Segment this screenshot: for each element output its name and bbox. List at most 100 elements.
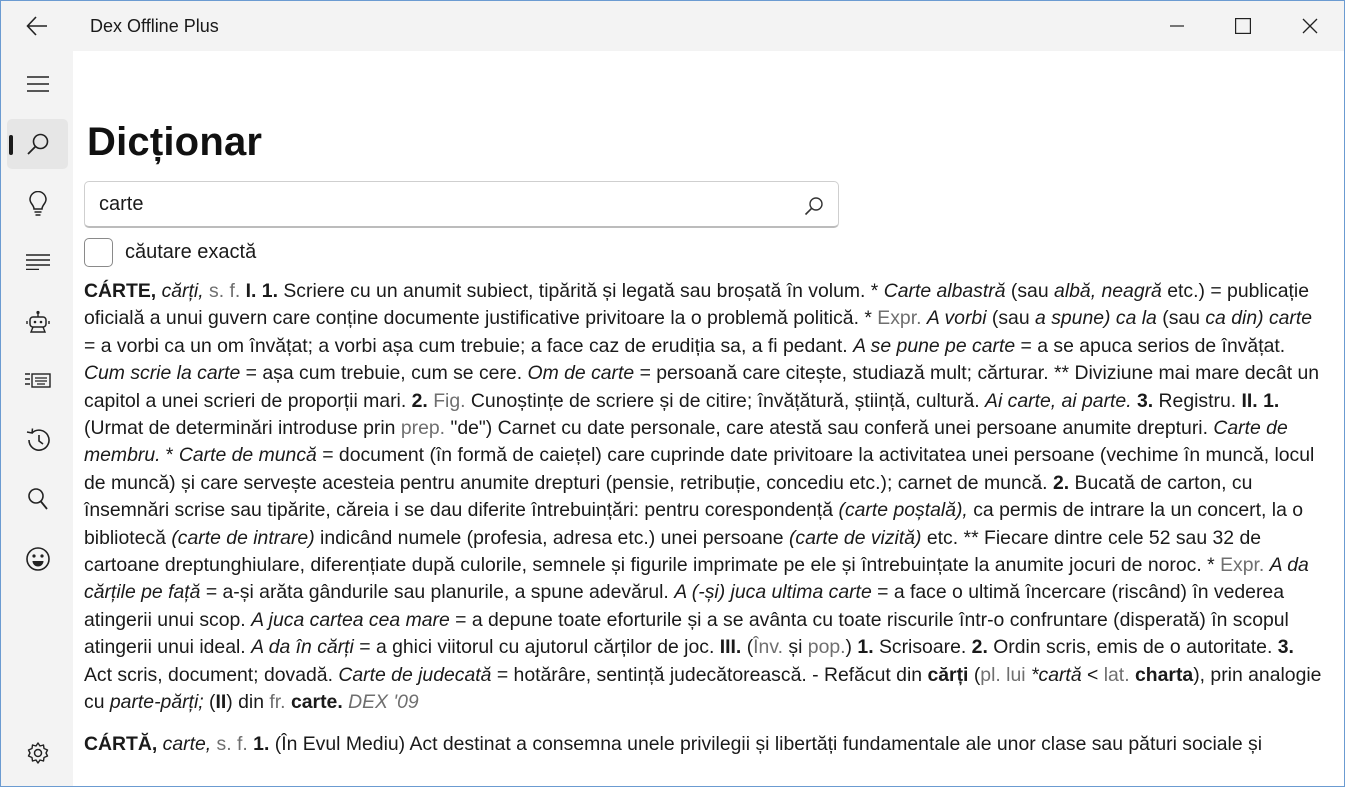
exact-search-row: căutare exactă <box>84 237 256 267</box>
def-text: ) <box>845 636 853 659</box>
sense-number: 2. <box>971 636 988 659</box>
def-text: Carte albastră <box>883 280 1006 302</box>
def-text: = a-și arăta gândurile sau planurile, a … <box>205 581 669 604</box>
close-icon <box>1302 18 1318 34</box>
sidebar-item-list[interactable] <box>7 237 68 287</box>
sense-number: I. 1. <box>245 280 278 302</box>
def-text: Ordin scris, emis de o autoritate. <box>993 636 1273 659</box>
hamburger-icon <box>26 76 49 92</box>
etymon: cărți <box>927 663 969 686</box>
sidebar-item-keyboard[interactable] <box>7 356 68 406</box>
def-text: carte, <box>162 732 212 755</box>
abbreviation: prep. <box>400 417 446 440</box>
def-text: (Urmat de determinări introduse prin <box>84 417 396 440</box>
headword: CÁRTE, <box>84 280 157 302</box>
abbreviation: s. f. <box>209 280 241 302</box>
def-text: (carte de vizită) <box>788 526 922 549</box>
def-text: = așa cum trebuie, cum se cere. <box>245 362 523 385</box>
def-text: Carte de muncă <box>178 444 317 467</box>
main-content: Dicționar căutare exactă CÁRTE, cărți, s… <box>73 51 1344 786</box>
abbreviation: pop. <box>807 636 846 659</box>
def-text: = a vorbi ca un om învățat; a vorbi așa … <box>84 334 848 357</box>
definitions-list: CÁRTE, cărți, s. f. I. 1. Scriere cu un … <box>84 278 1324 772</box>
def-text: = a ghici viitorul cu ajutorul cărților … <box>359 636 715 659</box>
def-text: Act scris, document; dovadă. <box>84 663 333 686</box>
sense-number: 2. <box>1052 471 1070 494</box>
search-box <box>84 181 839 228</box>
def-text: Registru. <box>1158 389 1237 412</box>
def-text: ) din <box>226 691 265 714</box>
sidebar-item-search[interactable] <box>7 119 68 169</box>
sidebar-item-robot[interactable] <box>7 297 68 347</box>
def-text: A se pune pe carte <box>853 334 1016 357</box>
abbreviation: Înv. <box>753 636 783 659</box>
exact-search-checkbox[interactable] <box>84 237 113 267</box>
def-text: Cunoștințe de scriere și de citire; învă… <box>470 389 980 412</box>
def-text: ca din) carte <box>1205 307 1313 330</box>
etymon: charta <box>1134 663 1194 686</box>
abbreviation: Expr. <box>877 307 922 330</box>
minimize-button[interactable] <box>1144 1 1210 51</box>
def-text: a spune) ca la <box>1035 307 1157 330</box>
app-window: Dex Offline Plus Dicționar carte căutare… <box>0 0 1345 787</box>
def-text: A da în cărți <box>251 636 354 659</box>
sidebar-item-lightbulb[interactable] <box>7 179 68 229</box>
lightbulb-icon <box>28 191 47 216</box>
abbreviation: Fig. <box>433 389 466 412</box>
sense-number: II <box>215 691 227 714</box>
def-text: A vorbi <box>926 307 987 330</box>
sidebar-item-emoji[interactable] <box>7 534 68 584</box>
back-button[interactable] <box>15 8 59 44</box>
def-text: Cum scrie la carte <box>84 362 241 385</box>
sense-number: III. <box>719 636 742 659</box>
title-bar: Dex Offline Plus <box>1 1 1344 51</box>
def-text: = hotărâre, sentință judecătorească. - R… <box>496 663 923 686</box>
def-text: = a se apuca serios de învățat. <box>1020 334 1286 357</box>
def-text: indicând numele (profesia, adresa etc.) … <box>320 526 784 549</box>
sense-number: 3. <box>1277 636 1294 659</box>
arrow-left-icon <box>26 16 47 36</box>
def-text: Scrisoare. <box>878 636 967 659</box>
def-text: (În Evul Mediu) Act destinat a consemna … <box>274 732 1263 755</box>
abbreviation: lat. <box>1103 663 1130 686</box>
sidebar-item-lookup[interactable] <box>7 475 68 525</box>
def-text: albă, neagră <box>1054 280 1162 302</box>
def-text: (sau <box>1010 280 1049 302</box>
abbreviation: Expr. <box>1220 554 1265 577</box>
sense-number: 1. <box>857 636 874 659</box>
def-text: (carte de intrare) <box>171 526 315 549</box>
definition-entry: CÁRTĂ, carte, s. f. 1. (În Evul Mediu) A… <box>84 731 1324 758</box>
def-text: parte-părți; <box>109 691 204 714</box>
maximize-button[interactable] <box>1210 1 1276 51</box>
abbreviation: pl. lui <box>980 663 1026 686</box>
active-indicator <box>9 135 13 155</box>
def-text: (sau <box>991 307 1030 330</box>
sidebar <box>1 51 73 786</box>
def-text: Scriere cu un anumit subiect, tipărită ș… <box>283 280 879 302</box>
app-title: Dex Offline Plus <box>90 16 219 36</box>
sense-number: 3. <box>1136 389 1154 412</box>
minimize-icon <box>1170 25 1184 27</box>
abbreviation: s. f. <box>216 732 248 755</box>
def-text: "de") Carnet cu date personale, care ate… <box>450 417 1208 440</box>
search-button[interactable] <box>801 193 827 219</box>
source-label: DEX '09 <box>348 691 419 714</box>
def-text: A juca cartea cea mare <box>251 608 450 631</box>
sidebar-item-history[interactable] <box>7 415 68 465</box>
def-text: și <box>788 636 803 659</box>
magnify-icon <box>27 488 48 510</box>
def-text: cărți, <box>161 280 204 302</box>
def-text: Ai carte, ai parte. <box>985 389 1132 412</box>
close-button[interactable] <box>1277 1 1343 51</box>
hamburger-menu-button[interactable] <box>7 59 68 109</box>
page-title: Dicționar <box>87 120 263 164</box>
def-text: (carte poștală), <box>838 499 968 522</box>
sidebar-item-settings[interactable] <box>7 728 68 778</box>
headword: CÁRTĂ, <box>84 732 158 755</box>
def-text: Carte de judecată <box>338 663 492 686</box>
keyboard-icon <box>24 373 51 388</box>
robot-icon <box>25 310 50 333</box>
def-text: * <box>165 444 174 467</box>
search-input[interactable] <box>99 182 789 227</box>
sense-number: 1. <box>253 732 270 755</box>
